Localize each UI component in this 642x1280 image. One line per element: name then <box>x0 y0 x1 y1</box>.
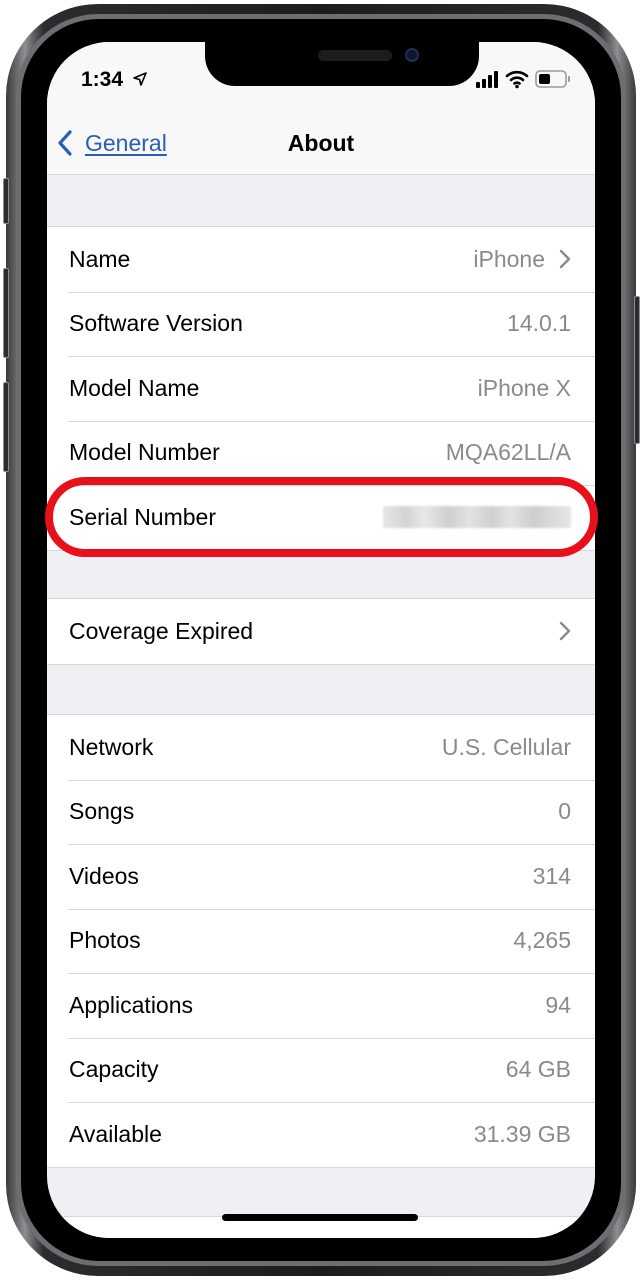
volume-down-button <box>3 382 9 472</box>
serial-number-row: Serial Number <box>47 485 595 550</box>
row-value: U.S. Cellular <box>441 733 571 760</box>
applications-row: Applications 94 <box>47 973 595 1038</box>
row-value: 4,265 <box>513 927 571 954</box>
chevron-right-icon <box>559 250 571 269</box>
usage-info-group: Network U.S. Cellular Songs 0 Videos 314… <box>47 714 595 1168</box>
silent-switch <box>3 178 9 224</box>
software-version-row: Software Version 14.0.1 <box>47 291 595 357</box>
row-label: Model Name <box>69 374 200 401</box>
row-label: Applications <box>69 991 194 1018</box>
row-value: 31.39 GB <box>473 1120 571 1147</box>
wifi-icon <box>505 70 529 89</box>
network-row: Network U.S. Cellular <box>47 715 595 780</box>
row-value: MQA62LL/A <box>445 439 571 466</box>
model-number-row[interactable]: Model Number MQA62LL/A <box>47 420 595 486</box>
row-value: iPhone X <box>477 374 571 401</box>
row-value: 314 <box>532 862 571 889</box>
navigation-bar: General About <box>47 112 595 175</box>
row-label: Capacity <box>69 1056 159 1083</box>
coverage-row[interactable]: Coverage Expired <box>47 599 595 664</box>
videos-row: Videos 314 <box>47 844 595 909</box>
row-label: Network <box>69 733 154 760</box>
notch <box>205 42 479 86</box>
row-label: Name <box>69 245 131 272</box>
row-label: Software Version <box>69 310 243 337</box>
cellular-signal-icon <box>476 71 498 88</box>
row-label: Serial Number <box>69 503 216 530</box>
row-value: 0 <box>558 798 571 825</box>
available-row: Available 31.39 GB <box>47 1102 595 1167</box>
row-value: 14.0.1 <box>507 310 571 337</box>
location-arrow-icon <box>133 72 147 86</box>
row-value: 64 GB <box>505 1056 571 1083</box>
coverage-group: Coverage Expired <box>47 598 595 665</box>
row-value: 94 <box>545 991 571 1018</box>
screen: 1:34 General About Name iPhone Software … <box>47 42 595 1238</box>
row-label: Photos <box>69 927 141 954</box>
battery-icon <box>535 70 570 88</box>
model-name-row: Model Name iPhone X <box>47 356 595 421</box>
blurred-serial-value <box>383 506 571 529</box>
capacity-row: Capacity 64 GB <box>47 1037 595 1103</box>
volume-up-button <box>3 268 9 358</box>
row-label: Coverage Expired <box>69 617 254 644</box>
songs-row: Songs 0 <box>47 779 595 845</box>
photos-row: Photos 4,265 <box>47 908 595 974</box>
row-label: Model Number <box>69 439 220 466</box>
page-title: About <box>287 130 355 156</box>
status-time: 1:34 <box>81 68 124 91</box>
row-label: Songs <box>69 798 135 825</box>
home-indicator[interactable] <box>222 1214 418 1221</box>
row-value: iPhone <box>473 245 545 272</box>
device-info-group: Name iPhone Software Version 14.0.1 Mode… <box>47 226 595 551</box>
earpiece-speaker <box>318 50 392 61</box>
front-camera <box>405 48 419 62</box>
row-label: Available <box>69 1120 162 1147</box>
chevron-right-icon <box>559 622 571 641</box>
side-button <box>634 296 640 444</box>
row-label: Videos <box>69 862 139 889</box>
name-row[interactable]: Name iPhone <box>47 227 595 292</box>
